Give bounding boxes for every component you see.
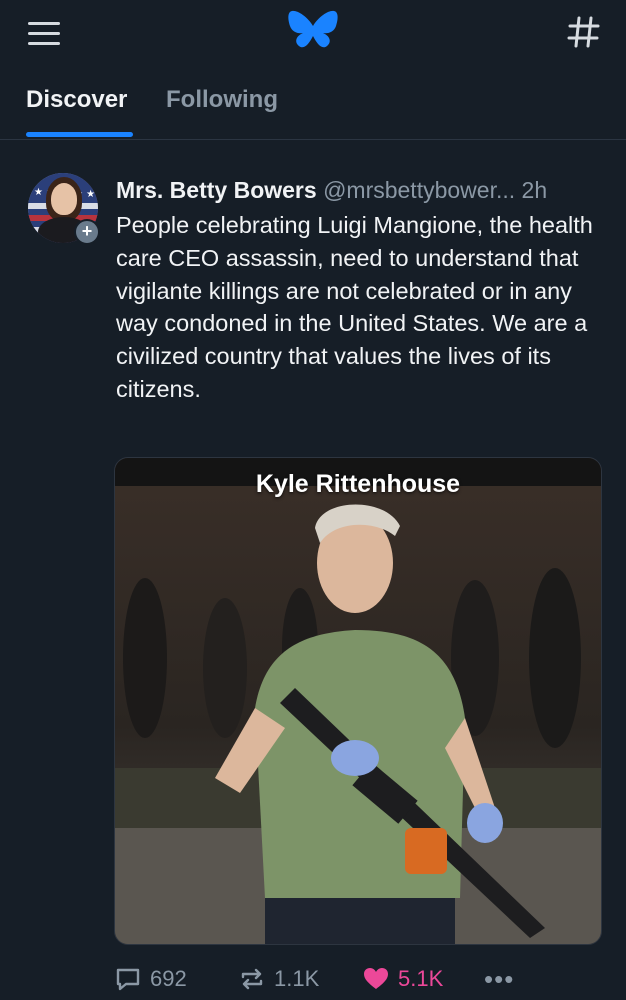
butterfly-logo-icon[interactable] <box>287 8 339 52</box>
repost-button[interactable]: 1.1K <box>238 963 319 995</box>
post-actions: 692 1.1K 5.1K ••• <box>114 959 604 999</box>
author-avatar[interactable]: ★ ★ ★ ★ + <box>28 173 100 245</box>
hamburger-line <box>28 32 60 35</box>
hamburger-line <box>28 42 60 45</box>
tab-discover[interactable]: Discover <box>26 86 127 114</box>
post-text: People celebrating Luigi Mangione, the h… <box>116 212 593 402</box>
like-count: 5.1K <box>398 966 444 991</box>
post-timestamp: 2h <box>521 177 548 203</box>
tab-following[interactable]: Following <box>166 86 278 114</box>
follow-plus-button[interactable]: + <box>74 219 100 245</box>
photo-illustration <box>115 458 601 944</box>
author-handle[interactable]: @mrsbettybower... <box>323 177 515 203</box>
app-root: Discover Following ★ ★ ★ ★ + Mrs. Betty … <box>0 0 626 1000</box>
reply-button[interactable]: 692 <box>114 963 187 995</box>
heart-icon <box>364 968 388 989</box>
post-image[interactable]: Kyle Rittenhouse <box>114 457 602 945</box>
hamburger-menu-icon[interactable] <box>26 18 62 48</box>
avatar-face <box>51 183 77 215</box>
like-button[interactable]: 5.1K <box>362 963 443 995</box>
hamburger-line <box>28 22 60 25</box>
active-tab-indicator <box>26 132 133 137</box>
more-options-icon[interactable]: ••• <box>484 963 514 995</box>
top-bar <box>0 0 626 70</box>
author-name[interactable]: Mrs. Betty Bowers <box>116 177 317 203</box>
reply-count: 692 <box>150 966 187 991</box>
feed-tabs: Discover Following <box>0 70 626 140</box>
post-header: Mrs. Betty Bowers @mrsbettybower... 2h <box>116 177 606 207</box>
comment-icon <box>116 968 140 991</box>
image-caption: Kyle Rittenhouse <box>255 470 461 498</box>
post-card[interactable]: ★ ★ ★ ★ + Mrs. Betty Bowers @mrsbettybow… <box>0 141 626 1000</box>
hashtag-icon[interactable] <box>566 14 602 50</box>
repost-count: 1.1K <box>274 966 320 991</box>
repost-icon <box>241 968 263 990</box>
